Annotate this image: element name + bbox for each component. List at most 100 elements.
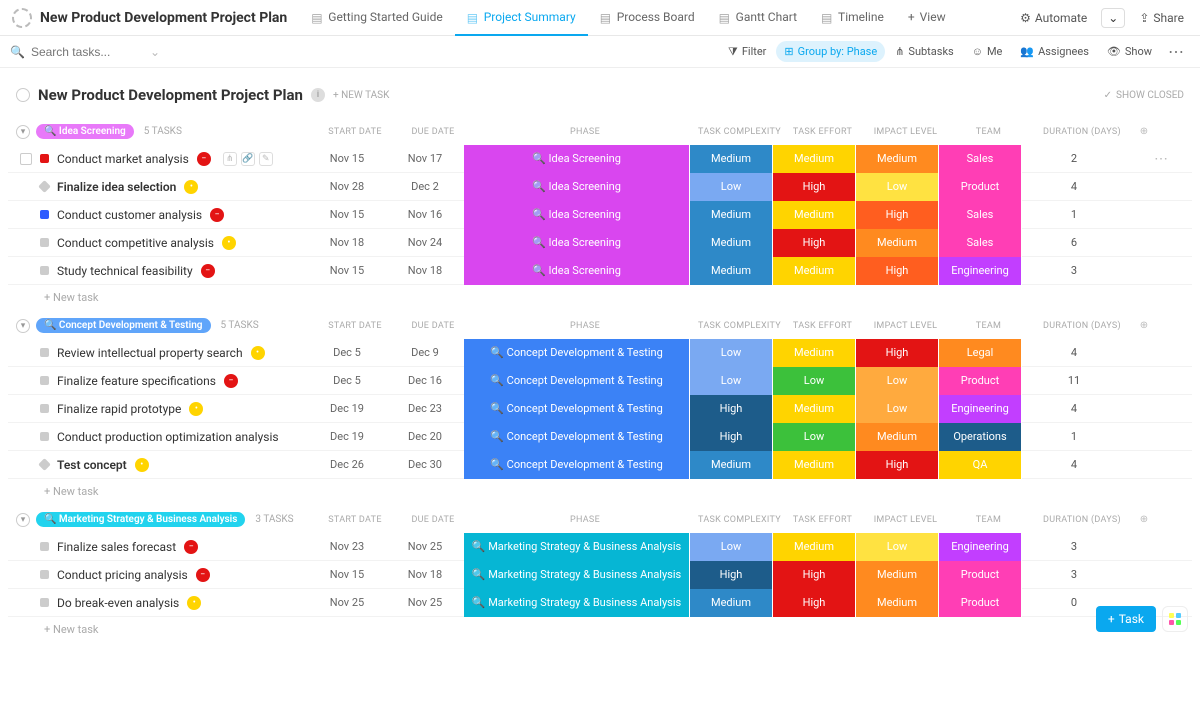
add-column[interactable]: ⊕ — [1134, 126, 1154, 137]
start-date-cell[interactable]: Dec 26 — [308, 458, 386, 471]
impact-cell[interactable]: Low — [856, 533, 939, 561]
chevron-down-icon[interactable]: ⌄ — [150, 45, 160, 59]
phase-cell[interactable]: 🔍 Marketing Strategy & Business Analysis — [464, 589, 690, 617]
effort-cell[interactable]: Medium — [773, 395, 856, 423]
task-name-cell[interactable]: Conduct production optimization analysis — [8, 430, 308, 444]
impact-cell[interactable]: Medium — [856, 561, 939, 589]
due-date-cell[interactable]: Dec 23 — [386, 402, 464, 415]
tab-gantt-chart[interactable]: ▤Gantt Chart — [707, 0, 809, 36]
subtask-icon[interactable]: ⋔ — [223, 152, 237, 166]
effort-cell[interactable]: Medium — [773, 533, 856, 561]
duration-cell[interactable]: 1 — [1022, 208, 1126, 221]
apps-fab[interactable] — [1162, 606, 1188, 632]
task-name-cell[interactable]: Conduct pricing analysis − — [8, 568, 308, 582]
complexity-cell[interactable]: Medium — [690, 145, 773, 173]
complexity-cell[interactable]: Low — [690, 533, 773, 561]
due-date-cell[interactable]: Nov 17 — [386, 152, 464, 165]
phase-cell[interactable]: 🔍 Idea Screening — [464, 173, 690, 201]
complexity-cell[interactable]: Medium — [690, 257, 773, 285]
due-date-cell[interactable]: Dec 16 — [386, 374, 464, 387]
team-cell[interactable]: QA — [939, 451, 1022, 479]
task-name-cell[interactable]: Do break-even analysis • — [8, 596, 308, 610]
new-task-row[interactable]: + New task — [8, 479, 1192, 498]
task-row[interactable]: Finalize sales forecast − Nov 23 Nov 25 … — [8, 533, 1192, 561]
task-name-cell[interactable]: Finalize sales forecast − — [8, 540, 308, 554]
due-date-cell[interactable]: Nov 25 — [386, 540, 464, 553]
complexity-cell[interactable]: Low — [690, 367, 773, 395]
task-row[interactable]: Finalize rapid prototype • Dec 19 Dec 23… — [8, 395, 1192, 423]
duration-cell[interactable]: 6 — [1022, 236, 1126, 249]
phase-cell[interactable]: 🔍 Idea Screening — [464, 145, 690, 173]
add-column[interactable]: ⊕ — [1134, 514, 1154, 525]
new-task-row[interactable]: + New task — [8, 617, 1192, 636]
add-column[interactable]: ⊕ — [1134, 320, 1154, 331]
team-cell[interactable]: Legal — [939, 339, 1022, 367]
complexity-cell[interactable]: Medium — [690, 451, 773, 479]
tab-project-summary[interactable]: ▤Project Summary — [455, 0, 588, 36]
effort-cell[interactable]: Medium — [773, 257, 856, 285]
edit-icon[interactable]: ✎ — [259, 152, 273, 166]
team-cell[interactable]: Sales — [939, 145, 1022, 173]
complexity-cell[interactable]: Low — [690, 339, 773, 367]
start-date-cell[interactable]: Dec 19 — [308, 402, 386, 415]
tab-process-board[interactable]: ▤Process Board — [588, 0, 707, 36]
status-square[interactable] — [40, 210, 49, 219]
team-cell[interactable]: Engineering — [939, 533, 1022, 561]
impact-cell[interactable]: Low — [856, 173, 939, 201]
status-square[interactable] — [40, 266, 49, 275]
duration-cell[interactable]: 1 — [1022, 430, 1126, 443]
duration-cell[interactable]: 11 — [1022, 374, 1126, 387]
effort-cell[interactable]: High — [773, 229, 856, 257]
task-name-cell[interactable]: Finalize rapid prototype • — [8, 402, 308, 416]
start-date-cell[interactable]: Nov 15 — [308, 208, 386, 221]
task-name-cell[interactable]: Conduct market analysis − ⋔ 🔗 ✎ — [8, 152, 308, 166]
effort-cell[interactable]: Medium — [773, 201, 856, 229]
effort-cell[interactable]: Low — [773, 423, 856, 451]
phase-cell[interactable]: 🔍 Idea Screening — [464, 229, 690, 257]
status-square[interactable] — [40, 238, 49, 247]
task-name-cell[interactable]: Review intellectual property search • — [8, 346, 308, 360]
add-view-tab[interactable]: + View — [896, 0, 958, 36]
complexity-cell[interactable]: Medium — [690, 201, 773, 229]
task-name-cell[interactable]: Finalize feature specifications − — [8, 374, 308, 388]
start-date-cell[interactable]: Nov 18 — [308, 236, 386, 249]
effort-cell[interactable]: High — [773, 173, 856, 201]
filter-button[interactable]: ⧩Filter — [720, 41, 774, 63]
show-closed-toggle[interactable]: ✓SHOW CLOSED — [1104, 90, 1184, 101]
due-date-cell[interactable]: Nov 18 — [386, 264, 464, 277]
automate-dropdown[interactable]: ⌄ — [1101, 8, 1125, 28]
phase-tag[interactable]: 🔍 Marketing Strategy & Business Analysis — [36, 512, 245, 527]
phase-cell[interactable]: 🔍 Concept Development & Testing — [464, 423, 690, 451]
status-square[interactable] — [38, 458, 51, 471]
impact-cell[interactable]: High — [856, 257, 939, 285]
search-input[interactable] — [31, 45, 141, 59]
impact-cell[interactable]: High — [856, 339, 939, 367]
phase-cell[interactable]: 🔍 Idea Screening — [464, 257, 690, 285]
task-name-cell[interactable]: Study technical feasibility − — [8, 264, 308, 278]
task-row[interactable]: Conduct pricing analysis − Nov 15 Nov 18… — [8, 561, 1192, 589]
info-icon[interactable]: i — [311, 88, 325, 102]
task-name-cell[interactable]: Conduct competitive analysis • — [8, 236, 308, 250]
task-row[interactable]: Conduct customer analysis − Nov 15 Nov 1… — [8, 201, 1192, 229]
task-row[interactable]: Finalize idea selection • Nov 28 Dec 2 🔍… — [8, 173, 1192, 201]
complexity-cell[interactable]: High — [690, 561, 773, 589]
new-task-fab[interactable]: +Task — [1096, 606, 1156, 632]
status-square[interactable] — [38, 180, 51, 193]
complexity-cell[interactable]: Medium — [690, 229, 773, 257]
effort-cell[interactable]: High — [773, 589, 856, 617]
complexity-cell[interactable]: High — [690, 395, 773, 423]
impact-cell[interactable]: Medium — [856, 423, 939, 451]
team-cell[interactable]: Engineering — [939, 257, 1022, 285]
status-square[interactable] — [40, 432, 49, 441]
collapse-toggle[interactable]: ▾ — [16, 319, 30, 333]
team-cell[interactable]: Sales — [939, 201, 1022, 229]
assignees-button[interactable]: 👥Assignees — [1012, 41, 1097, 62]
task-row[interactable]: Study technical feasibility − Nov 15 Nov… — [8, 257, 1192, 285]
phase-cell[interactable]: 🔍 Concept Development & Testing — [464, 367, 690, 395]
team-cell[interactable]: Sales — [939, 229, 1022, 257]
impact-cell[interactable]: High — [856, 451, 939, 479]
share-button[interactable]: ⇪ Share — [1131, 7, 1192, 29]
start-date-cell[interactable]: Nov 28 — [308, 180, 386, 193]
complexity-cell[interactable]: High — [690, 423, 773, 451]
due-date-cell[interactable]: Dec 9 — [386, 346, 464, 359]
